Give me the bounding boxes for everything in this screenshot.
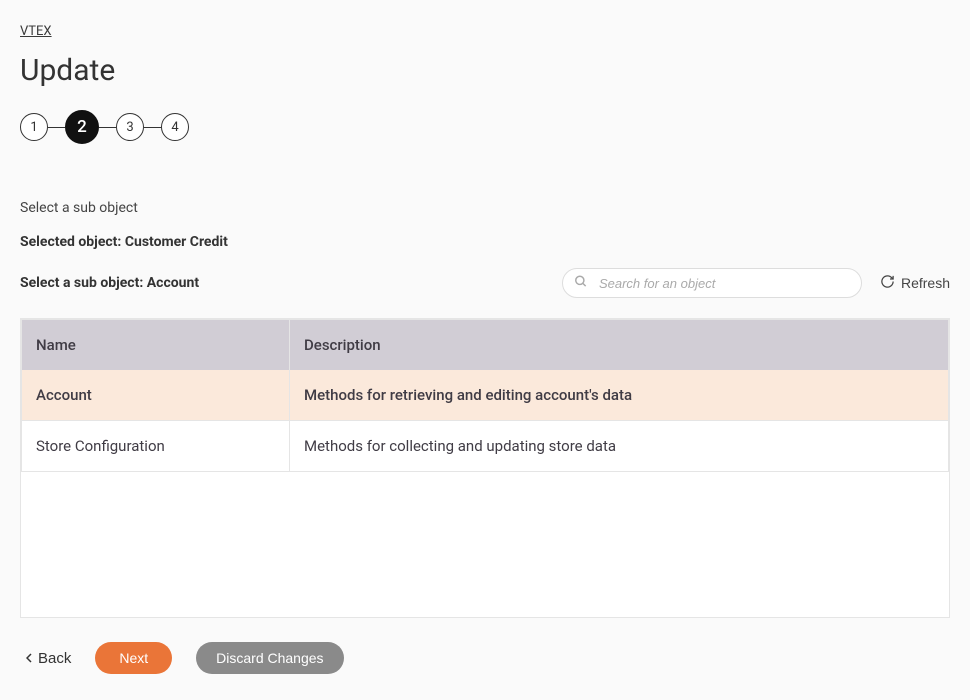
page-title: Update: [20, 53, 950, 88]
stepper: 1 2 3 4: [20, 110, 950, 144]
subtitle: Select a sub object: [20, 200, 950, 216]
chevron-left-icon: [26, 650, 32, 667]
table-cell-name: Store Configuration: [22, 421, 290, 472]
step-1[interactable]: 1: [20, 113, 48, 141]
breadcrumb[interactable]: VTEX: [20, 24, 52, 39]
search-input[interactable]: [562, 268, 862, 298]
subobject-label: Select a sub object: Account: [20, 275, 199, 291]
discard-button[interactable]: Discard Changes: [196, 642, 343, 674]
table-header-description[interactable]: Description: [290, 320, 949, 371]
back-label: Back: [38, 650, 71, 667]
table-header-name[interactable]: Name: [22, 320, 290, 371]
table-cell-description: Methods for collecting and updating stor…: [290, 421, 949, 472]
subobject-table: Name Description Account Methods for ret…: [21, 319, 949, 472]
back-button[interactable]: Back: [26, 650, 71, 667]
step-connector: [48, 127, 65, 128]
table-row[interactable]: Store Configuration Methods for collecti…: [22, 421, 949, 472]
table-container: Name Description Account Methods for ret…: [20, 318, 950, 618]
search-wrap: [562, 268, 862, 298]
refresh-label: Refresh: [901, 275, 950, 291]
step-connector: [99, 127, 116, 128]
step-4[interactable]: 4: [161, 113, 189, 141]
subobject-row: Select a sub object: Account Refresh: [20, 268, 950, 298]
selected-object-label: Selected object: Customer Credit: [20, 234, 950, 250]
step-connector: [144, 127, 161, 128]
footer-actions: Back Next Discard Changes: [20, 642, 950, 674]
table-cell-description: Methods for retrieving and editing accou…: [290, 370, 949, 421]
table-row[interactable]: Account Methods for retrieving and editi…: [22, 370, 949, 421]
next-button[interactable]: Next: [95, 642, 172, 674]
step-3[interactable]: 3: [116, 113, 144, 141]
refresh-button[interactable]: Refresh: [880, 274, 950, 292]
table-cell-name: Account: [22, 370, 290, 421]
search-refresh-group: Refresh: [562, 268, 950, 298]
refresh-icon: [880, 274, 895, 292]
step-2[interactable]: 2: [65, 110, 99, 144]
